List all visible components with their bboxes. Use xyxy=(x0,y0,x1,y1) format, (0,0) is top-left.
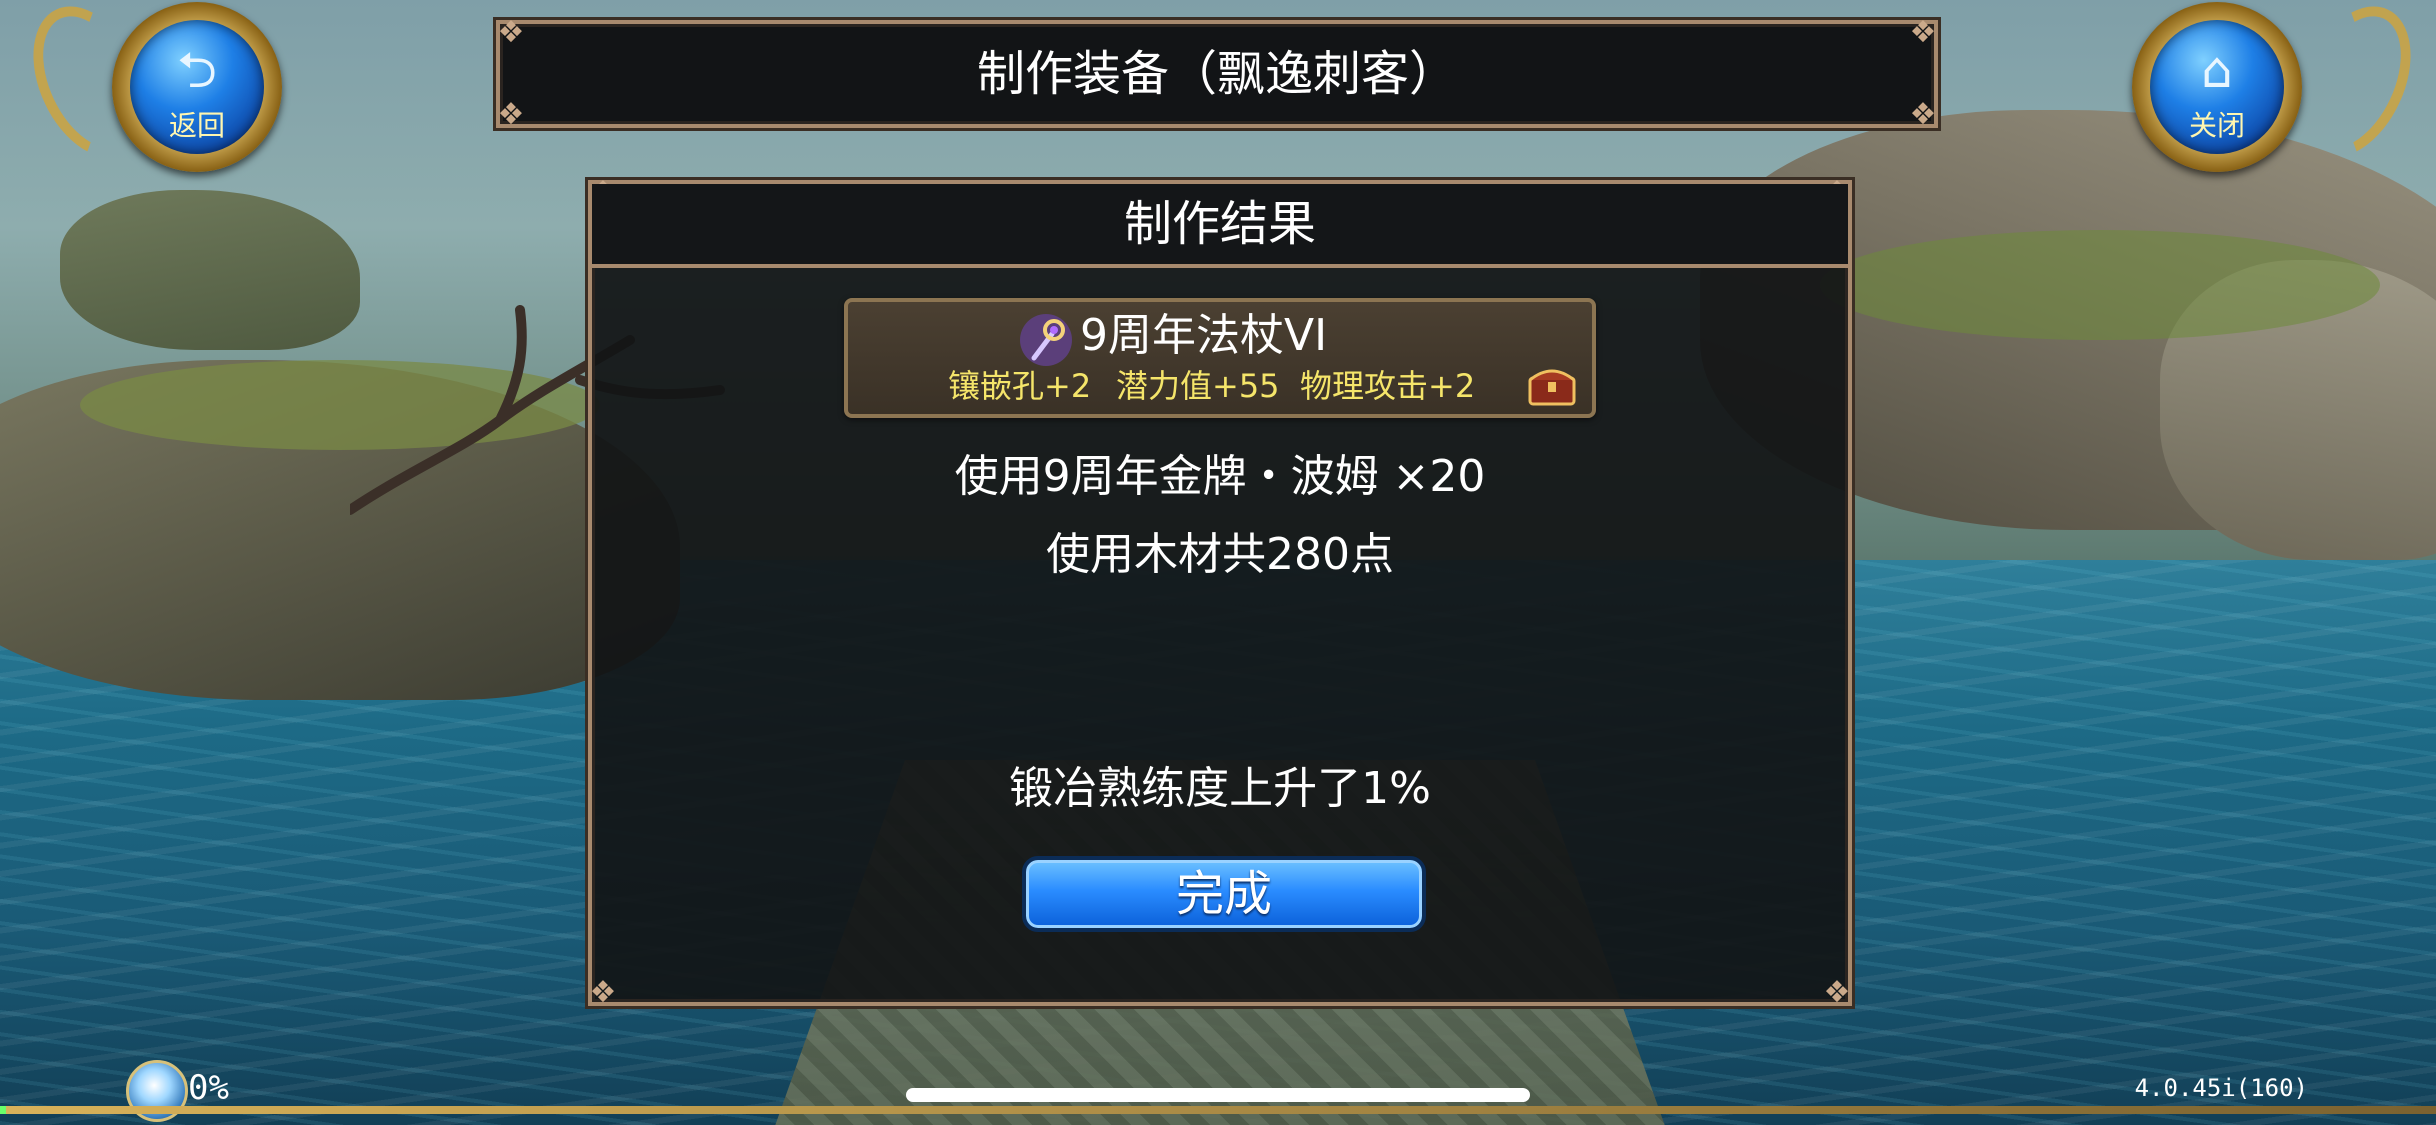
progress-percent: 0% xyxy=(188,1068,229,1108)
game-screen: ⮌ 返回 ⌂ 关闭 ❖ ❖ ❖ ❖ 制作装备（飘逸刺客） ❖ ❖ ❖ ❖ 制作结… xyxy=(0,0,2436,1125)
close-button-ring: ⌂ 关闭 xyxy=(2132,2,2302,172)
title-bar: ❖ ❖ ❖ ❖ 制作装备（飘逸刺客） xyxy=(496,16,1938,132)
close-button-orb: ⌂ 关闭 xyxy=(2150,20,2284,154)
home-indicator[interactable] xyxy=(906,1088,1530,1102)
stat-socket: 镶嵌孔+2 xyxy=(948,367,1092,405)
material-used-text: 使用9周年金牌・波姆 ×20 xyxy=(954,451,1486,502)
craft-result-dialog: ❖ ❖ ❖ ❖ 制作结果 9周年法杖VI 镶嵌孔+2 潜力值+55 物理攻击+2 xyxy=(588,176,1852,1010)
corner-ornament: ❖ xyxy=(1823,975,1851,1010)
progress-track xyxy=(0,1106,2436,1114)
stat-potential: 潜力值+55 xyxy=(1116,367,1280,405)
complete-button-label: 完成 xyxy=(1175,866,1272,922)
item-name: 9周年法杖VI xyxy=(1080,310,1328,361)
staff-icon xyxy=(1020,314,1072,366)
back-button-orb: ⮌ 返回 xyxy=(130,20,264,154)
grass-patch xyxy=(1820,230,2380,340)
close-button[interactable]: ⌂ 关闭 xyxy=(2060,0,2434,194)
wood-used-text: 使用木材共280点 xyxy=(1046,529,1394,580)
close-button-label: 关闭 xyxy=(2188,109,2245,142)
back-arrow-icon: ⮌ xyxy=(176,41,218,99)
progress-fill xyxy=(0,1106,6,1114)
treasure-chest-icon xyxy=(1528,369,1576,406)
corner-ornament: ❖ xyxy=(589,975,617,1010)
dialog-title: 制作结果 xyxy=(1123,196,1316,252)
crafted-item-card[interactable]: 9周年法杖VI 镶嵌孔+2 潜力值+55 物理攻击+2 xyxy=(844,298,1596,418)
back-button[interactable]: ⮌ 返回 xyxy=(10,0,380,194)
version-label: 4.0.45i(160) xyxy=(2134,1074,2308,1102)
back-button-ring: ⮌ 返回 xyxy=(112,2,282,172)
home-icon: ⌂ xyxy=(2201,41,2233,99)
stat-physical-attack: 物理攻击+2 xyxy=(1300,367,1476,405)
page-title: 制作装备（飘逸刺客） xyxy=(976,46,1457,102)
complete-button[interactable]: 完成 xyxy=(1022,856,1426,932)
proficiency-text: 锻冶熟练度上升了1% xyxy=(1009,763,1431,814)
dialog-header: 制作结果 xyxy=(592,184,1848,268)
back-button-label: 返回 xyxy=(168,109,225,142)
